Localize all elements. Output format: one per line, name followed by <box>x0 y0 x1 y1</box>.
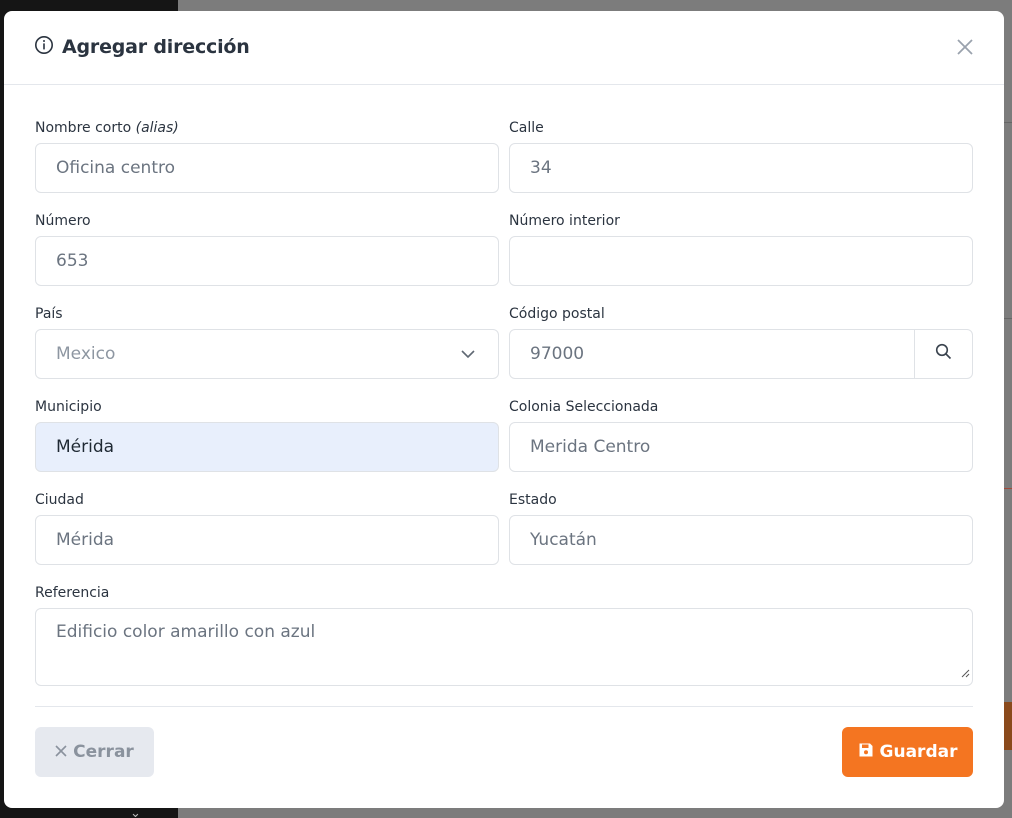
colonia-input[interactable]: Merida Centro <box>509 422 973 472</box>
modal-title-text: Agregar dirección <box>62 36 250 58</box>
background-edge-fragment <box>1003 488 1012 522</box>
numero-label: Número <box>35 213 91 229</box>
background-chevron-icon: ⌄ <box>130 806 141 818</box>
close-button-label: Cerrar <box>73 742 134 762</box>
background-edge-button <box>1003 702 1012 750</box>
save-button[interactable]: Guardar <box>842 727 973 777</box>
alias-label: Nombre corto (alias) <box>35 120 179 136</box>
calle-label: Calle <box>509 120 544 136</box>
ciudad-label: Ciudad <box>35 492 84 508</box>
numero-value: 653 <box>56 251 89 271</box>
pais-value: Mexico <box>56 344 116 364</box>
calle-value: 34 <box>530 158 552 178</box>
codigo-postal-label: Código postal <box>509 306 605 322</box>
colonia-value: Merida Centro <box>530 437 651 457</box>
footer-divider <box>35 706 973 707</box>
background-divider <box>1003 318 1012 319</box>
add-address-modal: Agregar dirección Nombre corto (alias) O… <box>4 11 1004 808</box>
codigo-postal-input[interactable]: 97000 <box>509 329 973 379</box>
pais-label: País <box>35 306 63 322</box>
colonia-label: Colonia Seleccionada <box>509 399 659 415</box>
referencia-textarea[interactable]: Edificio color amarillo con azul <box>35 608 973 686</box>
numero-input[interactable]: 653 <box>35 236 499 286</box>
postal-search-button[interactable] <box>914 330 972 378</box>
municipio-input[interactable]: Mérida <box>35 422 499 472</box>
close-icon[interactable] <box>954 36 976 58</box>
referencia-value: Edificio color amarillo con azul <box>56 622 316 642</box>
estado-value: Yucatán <box>530 530 597 550</box>
resize-grip-icon[interactable] <box>960 663 970 683</box>
referencia-label: Referencia <box>35 585 110 601</box>
search-icon <box>935 343 952 365</box>
alias-value: Oficina centro <box>56 158 176 178</box>
info-circle-icon <box>34 35 54 59</box>
codigo-postal-value: 97000 <box>530 344 585 364</box>
numero-interior-input[interactable] <box>509 236 973 286</box>
estado-label: Estado <box>509 492 557 508</box>
numero-interior-label: Número interior <box>509 213 620 229</box>
calle-input[interactable]: 34 <box>509 143 973 193</box>
alias-input[interactable]: Oficina centro <box>35 143 499 193</box>
x-icon <box>55 742 67 762</box>
municipio-label: Municipio <box>35 399 102 415</box>
chevron-down-icon <box>460 346 476 367</box>
municipio-value: Mérida <box>56 437 115 457</box>
ciudad-value: Mérida <box>56 530 115 550</box>
close-button[interactable]: Cerrar <box>35 727 154 777</box>
modal-header: Agregar dirección <box>4 11 1004 85</box>
floppy-disk-icon <box>858 742 874 763</box>
ciudad-input[interactable]: Mérida <box>35 515 499 565</box>
background-divider <box>1003 122 1012 123</box>
save-button-label: Guardar <box>879 742 958 762</box>
estado-input[interactable]: Yucatán <box>509 515 973 565</box>
pais-select[interactable]: Mexico <box>35 329 499 379</box>
modal-title: Agregar dirección <box>34 35 250 59</box>
